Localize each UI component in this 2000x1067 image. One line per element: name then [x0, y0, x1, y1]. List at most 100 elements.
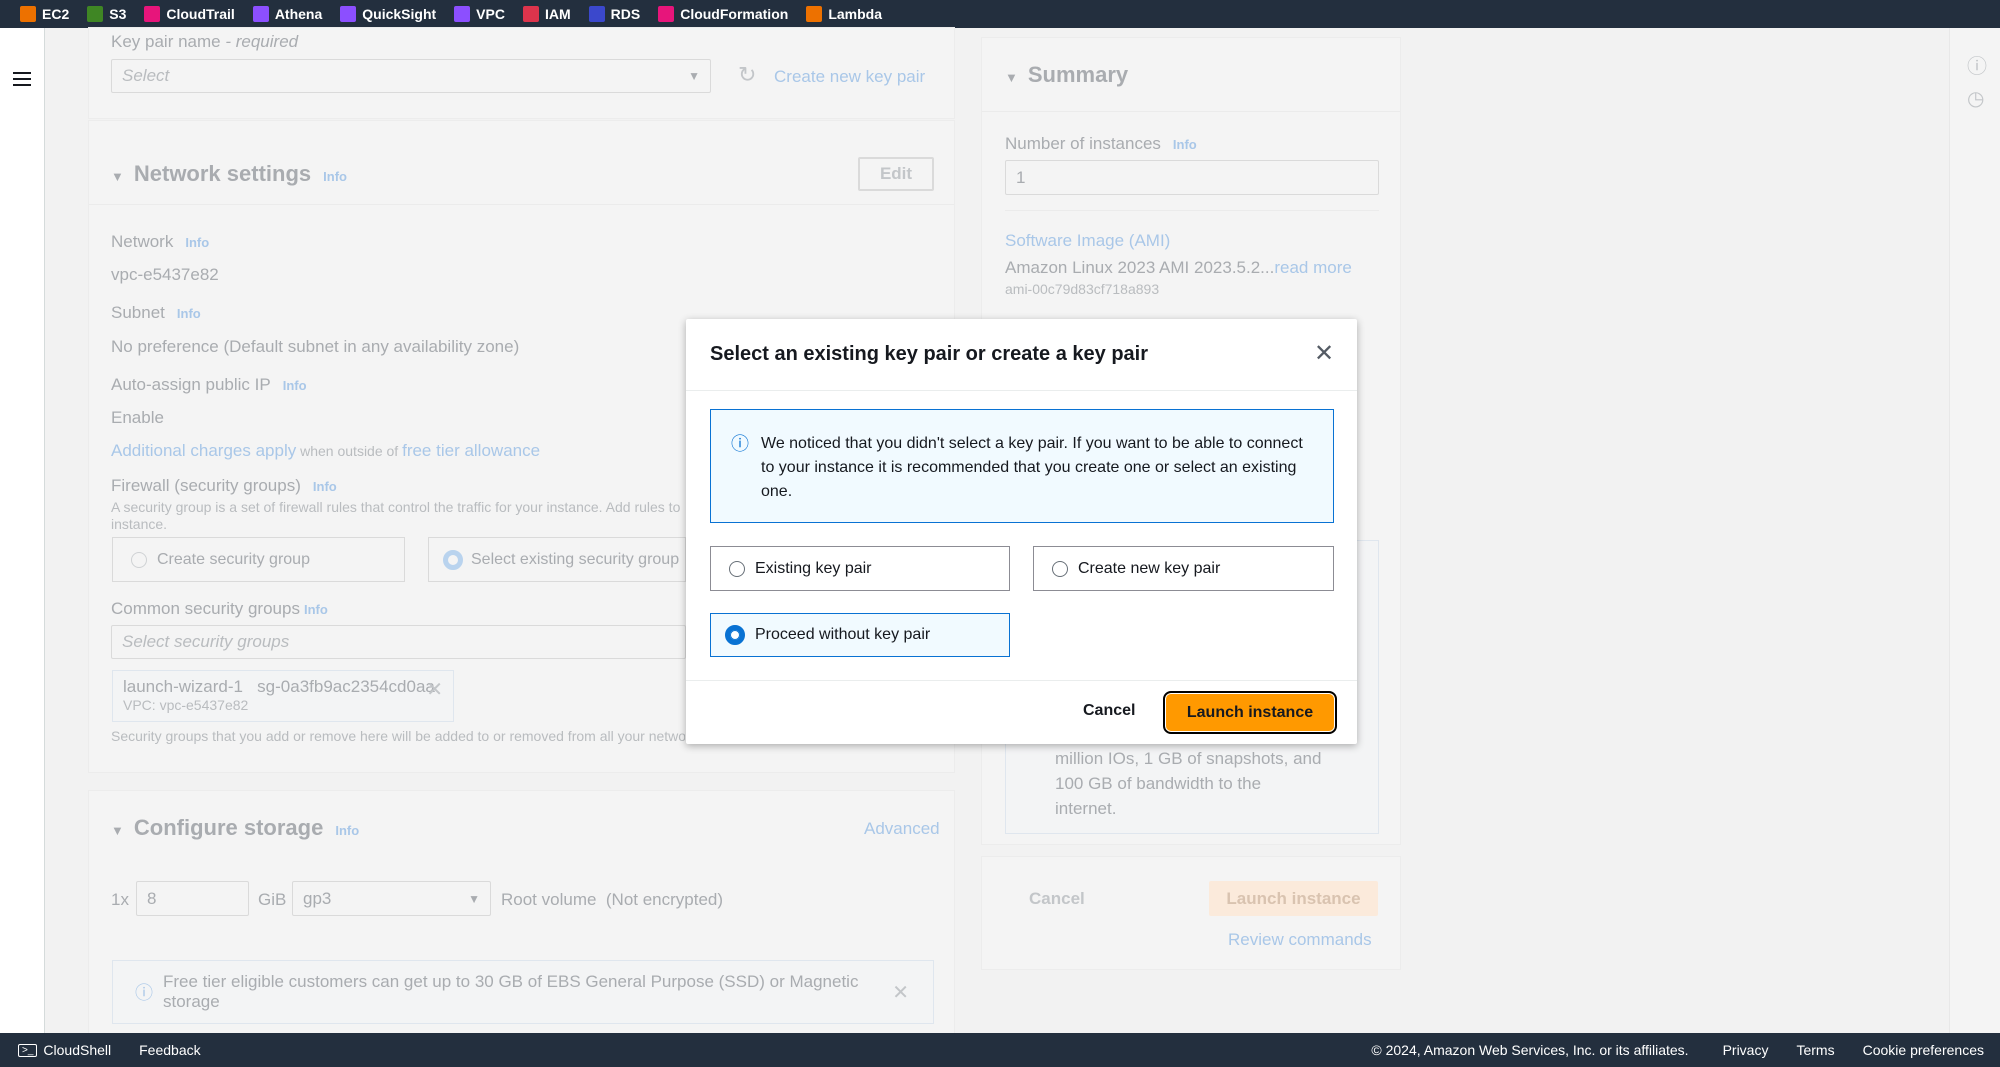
- volume-count: 1x: [111, 890, 129, 909]
- history-icon[interactable]: ◷: [1967, 86, 1984, 111]
- divider: [686, 680, 1357, 681]
- service-shortcuts-bar: EC2 S3 CloudTrail Athena QuickSight VPC IAM RDS…: [0, 0, 2000, 28]
- free-tier-line: internet.: [1055, 799, 1117, 818]
- ami-link[interactable]: Software Image (AMI): [1005, 231, 1170, 251]
- console-footer: >_ CloudShell Feedback © 2024, Amazon We…: [0, 1033, 2000, 1067]
- no-key-pair-alert: ⓘ We noticed that you didn't select a ke…: [710, 409, 1334, 523]
- service-shortcut-s3[interactable]: S3: [87, 6, 126, 22]
- cloudtrail-icon: [144, 6, 161, 22]
- info-panel-icon[interactable]: ⓘ: [1967, 50, 1987, 79]
- root-volume-label: Root volume (Not encrypted): [501, 890, 724, 909]
- service-shortcut-quicksight[interactable]: QuickSight: [340, 6, 436, 22]
- free-tier-line: million IOs, 1 GB of snapshots, and: [1055, 749, 1322, 768]
- edit-network-button[interactable]: Edit: [858, 157, 934, 191]
- volume-size-input[interactable]: 8: [136, 881, 249, 916]
- service-shortcut-lambda[interactable]: Lambda: [806, 6, 882, 22]
- athena-icon: [252, 6, 269, 22]
- free-tier-line: 100 GB of bandwidth to the: [1055, 774, 1262, 793]
- advanced-link[interactable]: Advanced: [864, 819, 940, 839]
- key-pair-modal: Select an existing key pair or create a …: [686, 319, 1357, 744]
- service-shortcut-cloudformation[interactable]: CloudFormation: [658, 6, 788, 22]
- public-ip-label: Auto-assign public IP Info: [111, 375, 307, 394]
- configure-storage-header[interactable]: ▼ Configure storage Info: [111, 815, 359, 841]
- divider: [1005, 210, 1379, 211]
- lambda-icon: [806, 6, 823, 22]
- select-existing-security-group-option[interactable]: Select existing security group: [428, 537, 686, 582]
- firewall-description-cont: instance.: [111, 516, 168, 532]
- ami-id: ami-00c79d83cf718a893: [1005, 281, 1160, 297]
- key-pair-label: Key pair name - required: [111, 32, 299, 51]
- caret-icon: ▼: [111, 169, 124, 184]
- info-icon: ⓘ: [135, 983, 153, 1003]
- security-groups-helper: Security groups that you add or remove h…: [111, 728, 685, 744]
- service-shortcut-iam[interactable]: IAM: [522, 6, 571, 22]
- privacy-link[interactable]: Privacy: [1723, 1042, 1769, 1058]
- terms-link[interactable]: Terms: [1796, 1042, 1834, 1058]
- create-key-pair-link[interactable]: Create new key pair: [774, 67, 925, 87]
- key-pair-select[interactable]: Select ▼: [111, 59, 711, 93]
- proceed-without-key-pair-option[interactable]: Proceed without key pair: [710, 613, 1010, 657]
- review-commands-link[interactable]: Review commands: [1228, 930, 1372, 950]
- ami-value: Amazon Linux 2023 AMI 2023.5.2...read mo…: [1005, 258, 1352, 277]
- side-navigation: [0, 28, 45, 1033]
- cloudshell-link[interactable]: CloudShell: [43, 1042, 111, 1058]
- caret-down-icon: ▼: [688, 69, 700, 83]
- divider: [686, 390, 1357, 391]
- utility-rail: ⓘ ◷: [1949, 28, 2000, 1033]
- info-icon: ⓘ: [731, 434, 749, 454]
- cookie-preferences-link[interactable]: Cookie preferences: [1863, 1042, 1984, 1058]
- rds-icon: [588, 6, 605, 22]
- caret-icon: ▼: [111, 823, 124, 838]
- charges-note: Additional charges apply when outside of…: [111, 441, 541, 460]
- divider: [982, 111, 1400, 112]
- volume-unit: GiB: [258, 890, 287, 909]
- feedback-link[interactable]: Feedback: [139, 1042, 200, 1058]
- security-groups-select[interactable]: Select security groups: [111, 625, 686, 659]
- read-more-link[interactable]: read more: [1274, 258, 1351, 277]
- caret-icon: ▼: [1005, 70, 1018, 85]
- service-shortcut-cloudtrail[interactable]: CloudTrail: [144, 6, 235, 22]
- cloudformation-icon: [658, 6, 675, 22]
- modal-cancel-button[interactable]: Cancel: [1083, 702, 1135, 720]
- dismiss-icon[interactable]: ✕: [892, 980, 909, 1005]
- copyright: © 2024, Amazon Web Services, Inc. or its…: [1371, 1042, 1689, 1058]
- summary-cancel-button[interactable]: Cancel: [1029, 889, 1085, 909]
- service-shortcut-rds[interactable]: RDS: [588, 6, 640, 22]
- existing-key-pair-option[interactable]: Existing key pair: [710, 546, 1010, 591]
- vpc-icon: [454, 6, 471, 22]
- s3-icon: [87, 6, 104, 22]
- network-label: Network Info: [111, 232, 210, 251]
- divider: [89, 204, 954, 205]
- caret-down-icon: ▼: [468, 891, 480, 906]
- close-icon[interactable]: ✕: [1314, 339, 1334, 368]
- instances-label: Number of instances Info: [1005, 134, 1197, 153]
- refresh-icon[interactable]: ↻: [738, 62, 756, 88]
- iam-icon: [522, 6, 539, 22]
- free-tier-storage-alert: ⓘ Free tier eligible customers can get up…: [112, 960, 934, 1024]
- create-security-group-option[interactable]: Create security group: [112, 537, 405, 582]
- network-settings-header[interactable]: ▼ Network settings Info: [111, 161, 347, 187]
- service-shortcut-athena[interactable]: Athena: [252, 6, 322, 22]
- firewall-label: Firewall (security groups) Info: [111, 476, 337, 495]
- modal-title: Select an existing key pair or create a …: [710, 343, 1149, 365]
- common-security-groups-label: Common security groups Info: [111, 599, 328, 618]
- quicksight-icon: [340, 6, 357, 22]
- subnet-label: Subnet Info: [111, 303, 201, 322]
- create-new-key-pair-option[interactable]: Create new key pair: [1033, 546, 1334, 591]
- modal-launch-instance-button[interactable]: Launch instance: [1163, 691, 1337, 734]
- subnet-value: No preference (Default subnet in any ava…: [111, 337, 520, 356]
- public-ip-value: Enable: [111, 408, 164, 427]
- hamburger-menu-icon[interactable]: [13, 72, 31, 90]
- volume-type-select[interactable]: gp3 ▼: [292, 881, 491, 916]
- ec2-icon: [20, 6, 36, 22]
- security-group-chip: launch-wizard-1 sg-0a3fb9ac2354cd0aa VPC…: [112, 670, 454, 722]
- summary-launch-button[interactable]: Launch instance: [1209, 881, 1378, 916]
- network-value: vpc-e5437e82: [111, 265, 219, 284]
- number-of-instances-input[interactable]: 1: [1005, 160, 1379, 195]
- firewall-description: A security group is a set of firewall ru…: [111, 499, 681, 515]
- summary-header[interactable]: ▼ Summary: [1005, 62, 1128, 88]
- service-shortcut-ec2[interactable]: EC2: [20, 6, 69, 22]
- service-shortcut-vpc[interactable]: VPC: [454, 6, 505, 22]
- remove-chip-icon[interactable]: ✕: [426, 677, 443, 702]
- cloudshell-icon: >_: [18, 1043, 38, 1057]
